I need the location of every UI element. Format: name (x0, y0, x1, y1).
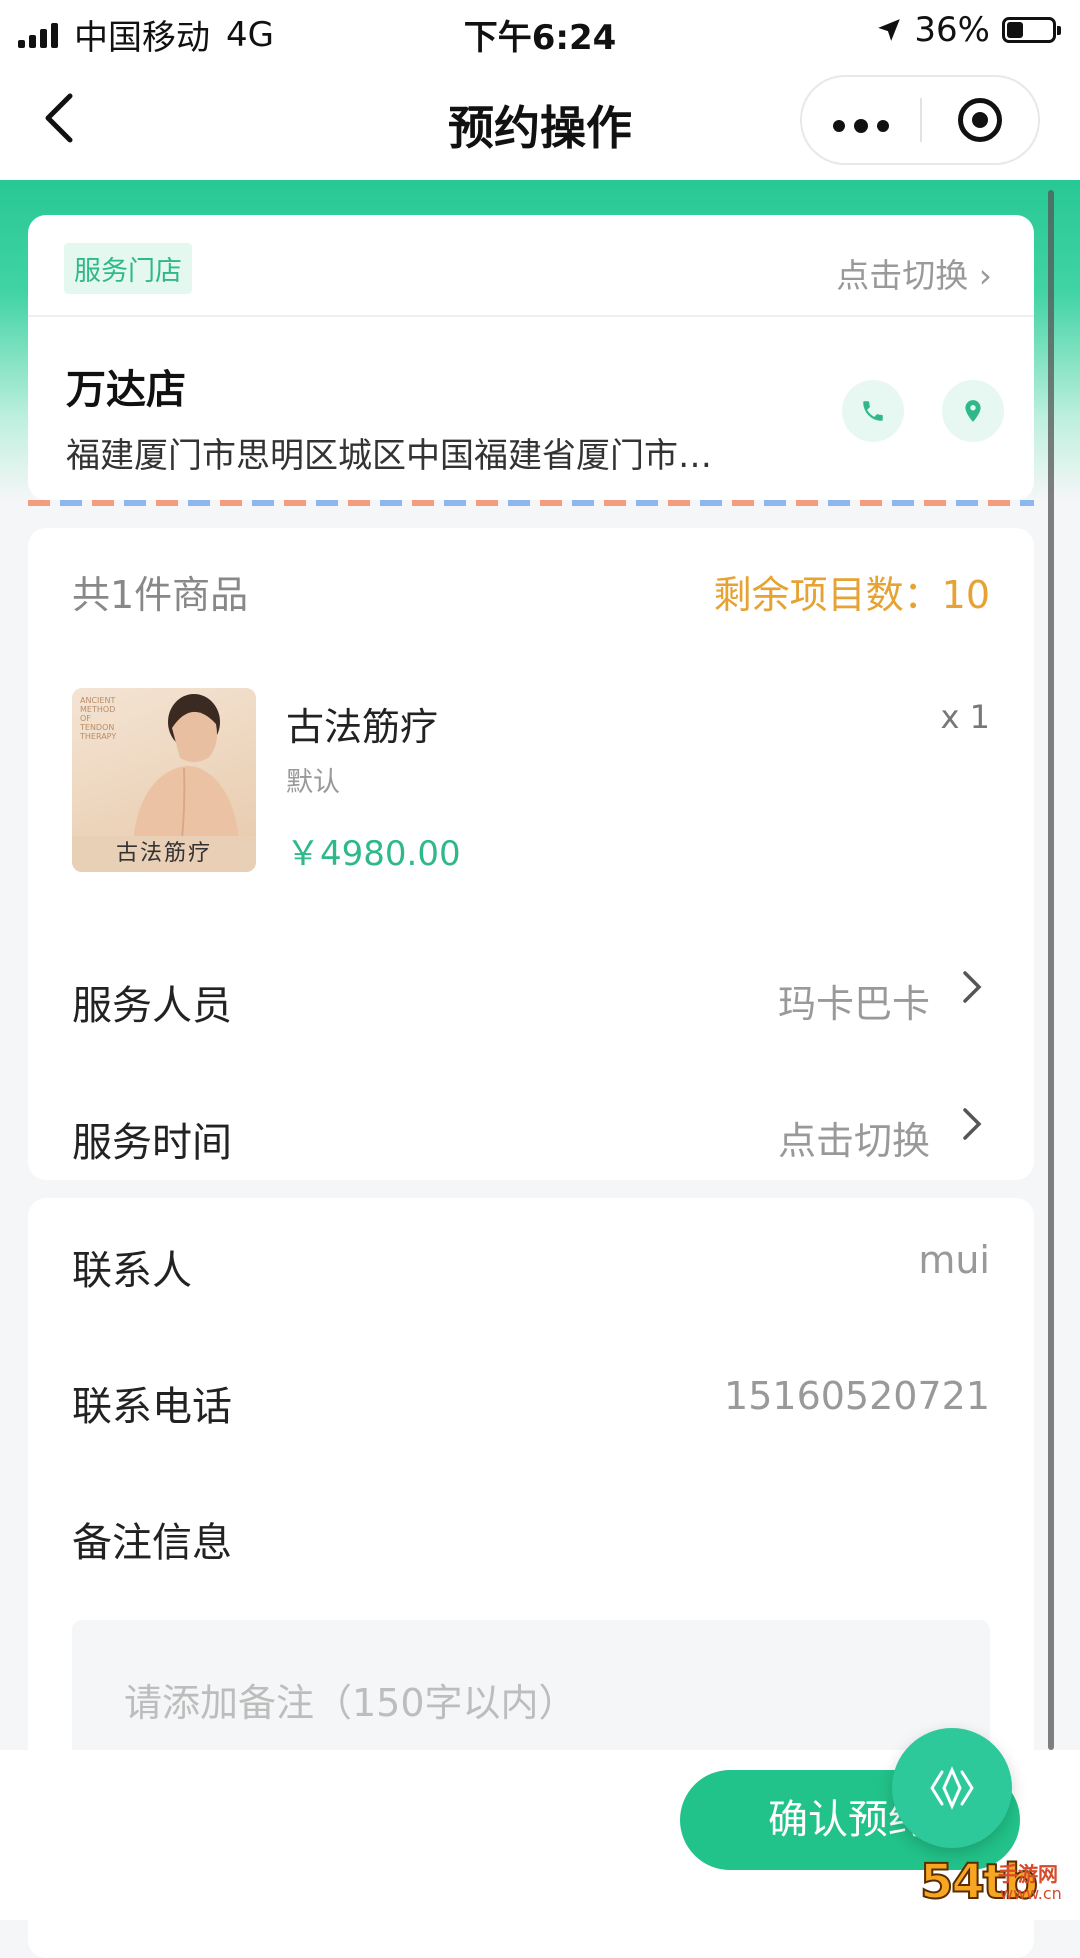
call-button[interactable] (842, 380, 904, 442)
store-tag: 服务门店 (64, 243, 192, 294)
watermark-logo: 54tb 手游网 www.cn (919, 1853, 1070, 1914)
contact-name-value[interactable]: mui (918, 1238, 990, 1282)
service-time-row[interactable]: 服务时间 点击切换 (72, 1100, 990, 1170)
status-right: 36% (876, 10, 1061, 50)
contact-phone-row: 联系电话 15160520721 (72, 1364, 990, 1434)
watermark-url: www.cn (1000, 1884, 1062, 1903)
remaining-label: 剩余项目数： (713, 573, 942, 617)
status-bar: 中国移动 4G 下午6:24 36% (0, 0, 1080, 60)
brand-logo-icon (930, 1766, 974, 1810)
watermark-cn: 手游网 (998, 1862, 1058, 1886)
battery-percent: 36% (914, 10, 990, 50)
chevron-right-icon (962, 967, 982, 1018)
contact-name-row: 联系人 mui (72, 1228, 990, 1298)
more-dots-icon[interactable] (802, 100, 920, 140)
product-quantity: x 1 (940, 698, 990, 736)
remaining-value: 10 (941, 573, 990, 617)
service-time-value: 点击切换 (777, 1119, 930, 1163)
product-image[interactable]: ANCIENT METHOD OF TENDON THERAPY 古法筋疗 (72, 688, 256, 872)
floating-action-button[interactable] (892, 1728, 1012, 1848)
location-pin-icon (965, 400, 981, 422)
remark-label: 备注信息 (72, 1520, 232, 1566)
product-price: ￥4980.00 (286, 834, 461, 874)
battery-icon (1002, 17, 1061, 43)
service-staff-label: 服务人员 (72, 983, 232, 1029)
location-arrow-icon (878, 19, 901, 41)
scrollbar[interactable] (1048, 190, 1054, 1750)
store-switch-label: 点击切换 (836, 256, 969, 295)
chevron-right-icon: › (978, 256, 992, 295)
divider (28, 315, 1034, 317)
nav-bar: 预约操作 (0, 60, 1080, 180)
navigate-button[interactable] (942, 380, 1004, 442)
store-address: 福建厦门市思明区城区中国福建省厦门市… (66, 436, 712, 476)
contact-phone-label: 联系电话 (72, 1384, 232, 1430)
target-icon (957, 98, 1002, 142)
contact-phone-value[interactable]: 15160520721 (724, 1374, 990, 1418)
miniapp-capsule (800, 75, 1040, 165)
remark-placeholder: 请添加备注（150字以内） (124, 1681, 577, 1725)
store-switch-link[interactable]: 点击切换 › (836, 249, 992, 297)
product-image-text: ANCIENT METHOD OF TENDON THERAPY (80, 696, 117, 741)
remark-row: 备注信息 (72, 1500, 990, 1570)
remaining-count: 剩余项目数：10 (714, 564, 990, 619)
service-staff-value: 玛卡巴卡 (777, 982, 930, 1026)
store-name: 万达店 (66, 367, 186, 413)
chevron-right-icon (962, 1104, 982, 1155)
product-spec: 默认 (286, 767, 340, 798)
contact-name-label: 联系人 (72, 1248, 192, 1294)
product-image-caption: 古法筋疗 (72, 836, 256, 872)
close-miniapp-button[interactable] (922, 98, 1038, 142)
phone-icon (863, 401, 883, 421)
service-staff-row[interactable]: 服务人员 玛卡巴卡 (72, 963, 990, 1033)
service-time-label: 服务时间 (72, 1120, 232, 1166)
goods-card: 共1件商品 剩余项目数：10 ANCIENT METHOD OF TENDON … (28, 528, 1034, 1180)
goods-count: 共1件商品 (72, 573, 249, 617)
airmail-border (28, 500, 1034, 506)
store-card: 服务门店 点击切换 › 万达店 福建厦门市思明区城区中国福建省厦门市… (28, 215, 1034, 500)
product-name: 古法筋疗 (286, 705, 439, 749)
